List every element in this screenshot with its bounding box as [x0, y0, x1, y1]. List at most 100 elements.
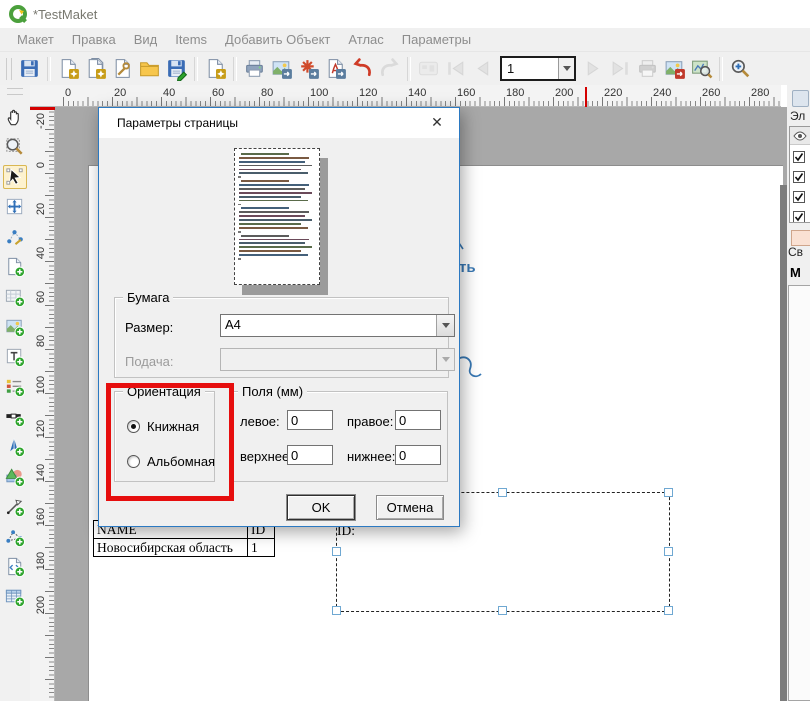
selection-handle[interactable] — [664, 606, 673, 615]
pages-star-icon — [84, 57, 108, 81]
select-move-item-tool[interactable] — [3, 165, 27, 189]
add-shape-tool[interactable] — [3, 465, 27, 489]
toolbar-grip[interactable] — [6, 58, 12, 80]
menu-item-6[interactable]: Атлас — [339, 32, 392, 47]
atlas-settings-button[interactable] — [688, 55, 715, 82]
floppy-icon — [18, 57, 42, 81]
paragraph-mark — [238, 176, 241, 178]
vruler-label: 20 — [35, 198, 47, 220]
margin-input[interactable] — [395, 410, 441, 430]
menu-item-1[interactable]: Макет — [8, 32, 63, 47]
panel-button-fragment[interactable] — [791, 230, 810, 246]
menu-item-2[interactable]: Правка — [63, 32, 125, 47]
hruler-label: 40 — [163, 87, 175, 99]
add-legend-tool[interactable] — [3, 375, 27, 399]
layer-checkbox[interactable] — [793, 210, 805, 223]
margin-input[interactable] — [287, 445, 333, 465]
close-icon[interactable]: ✕ — [428, 114, 446, 131]
greeked-text-line — [239, 239, 309, 241]
add-image-icon — [4, 316, 26, 338]
selection-handle[interactable] — [498, 488, 507, 497]
vruler-label: 40 — [35, 242, 47, 264]
greeked-text-line — [239, 157, 309, 159]
print-button[interactable] — [241, 55, 268, 82]
paper-size-value: A4 — [221, 315, 436, 336]
export-image-button[interactable] — [268, 55, 295, 82]
add-map-tool[interactable] — [3, 285, 27, 309]
printer-icon — [243, 57, 267, 81]
menu-item-3[interactable]: Вид — [125, 32, 167, 47]
dropdown-arrow-icon[interactable] — [558, 58, 574, 79]
save-button[interactable] — [16, 55, 43, 82]
cancel-button[interactable]: Отмена — [376, 495, 444, 520]
margins-group-label: Поля (мм) — [238, 384, 307, 399]
paper-size-combobox[interactable]: A4 — [220, 314, 455, 337]
zoom-in-button[interactable] — [727, 55, 754, 82]
save-as-button[interactable] — [163, 55, 190, 82]
orientation-radio-2[interactable] — [127, 455, 140, 468]
open-layout-button[interactable] — [136, 55, 163, 82]
add-scalebar-tool[interactable] — [3, 405, 27, 429]
add-north-arrow-tool[interactable] — [3, 435, 27, 459]
nav-last-icon — [609, 57, 633, 81]
duplicate-layout-button[interactable] — [82, 55, 109, 82]
table-cell: Новосибирская область — [94, 539, 248, 557]
pan-tool[interactable] — [3, 105, 27, 129]
source-label: Подача: — [125, 354, 173, 369]
selection-handle[interactable] — [664, 547, 673, 556]
add-node-item-tool[interactable] — [3, 525, 27, 549]
layer-checkbox[interactable] — [793, 150, 805, 168]
selection-handle[interactable] — [332, 547, 341, 556]
export-pdf-button[interactable] — [322, 55, 349, 82]
toolbar-separator — [47, 57, 51, 81]
add-label-tool[interactable] — [3, 345, 27, 369]
greeked-text-line — [239, 227, 308, 229]
ok-button[interactable]: OK — [287, 495, 355, 520]
toolbar-grip[interactable] — [7, 88, 23, 95]
horizontal-ruler: 020406080100120140160180200220240260280 — [30, 85, 781, 107]
add-arrow-tool[interactable] — [3, 495, 27, 519]
add-page-tool[interactable] — [3, 255, 27, 279]
atlas-page-combobox[interactable]: 1 — [500, 56, 576, 81]
dialog-titlebar[interactable]: Параметры страницы ✕ — [99, 108, 459, 138]
add-html-tool[interactable] — [3, 555, 27, 579]
orientation-radio-1[interactable] — [127, 420, 140, 433]
add-image-tool[interactable] — [3, 315, 27, 339]
undo-button[interactable] — [349, 55, 376, 82]
new-layout-button[interactable] — [55, 55, 82, 82]
menu-item-5[interactable]: Добавить Объект — [216, 32, 339, 47]
qgis-logo-icon — [8, 4, 29, 25]
toolbar-separator — [194, 57, 198, 81]
export-atlas-button[interactable] — [661, 55, 688, 82]
margin-input[interactable] — [395, 445, 441, 465]
layer-checkbox[interactable] — [793, 170, 805, 188]
edit-nodes-tool[interactable] — [3, 225, 27, 249]
selection-handle[interactable] — [498, 606, 507, 615]
move-content-tool[interactable] — [3, 195, 27, 219]
layout-manager-button[interactable] — [109, 55, 136, 82]
paragraph-mark — [238, 204, 241, 206]
margin-input[interactable] — [287, 410, 333, 430]
greeked-text-line — [241, 180, 289, 182]
selection-handle[interactable] — [332, 606, 341, 615]
add-pages-button[interactable] — [202, 55, 229, 82]
zoom-tool[interactable] — [3, 135, 27, 159]
selection-handle[interactable] — [664, 488, 673, 497]
hruler-label: 160 — [457, 87, 475, 99]
export-svg-button[interactable] — [295, 55, 322, 82]
menu-item-7[interactable]: Параметры — [393, 32, 480, 47]
vruler-label: 160 — [35, 506, 47, 528]
panel-tab-label[interactable]: М — [790, 265, 801, 280]
menu-item-4[interactable]: Items — [166, 32, 216, 47]
layer-checkbox[interactable] — [793, 190, 805, 208]
margin-label: левое: — [240, 414, 280, 429]
floppy-edit-icon — [165, 57, 189, 81]
hruler-label: 220 — [604, 87, 622, 99]
window-title: *TestMaket — [33, 7, 97, 22]
checkbox-icon — [793, 211, 805, 223]
add-table-tool[interactable] — [3, 585, 27, 609]
panel-splitter[interactable] — [780, 185, 787, 701]
dropdown-arrow-icon[interactable] — [436, 315, 454, 336]
image-export-icon — [270, 57, 294, 81]
panel-toolbar-icon[interactable] — [792, 90, 809, 107]
